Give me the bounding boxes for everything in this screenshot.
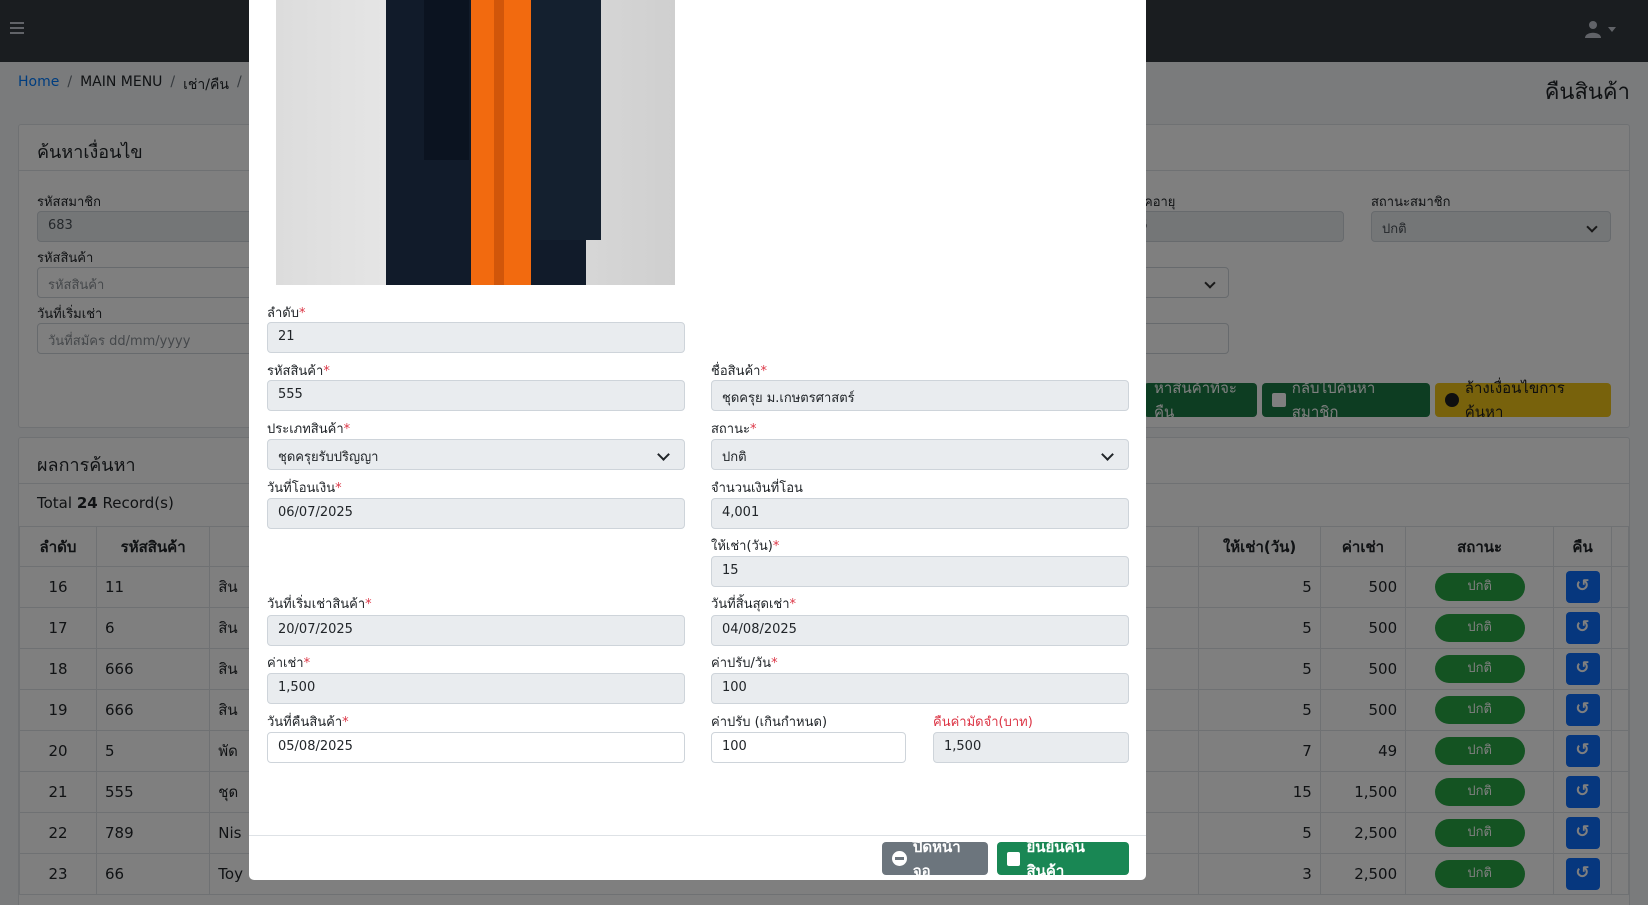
close-modal-button[interactable]: ปิดหน้าจอ (882, 838, 988, 880)
rent-end-label: วันที่สิ้นสุดเช่า* (711, 597, 797, 612)
fine-per-day-label: ค่าปรับ/วัน* (711, 656, 778, 671)
transfer-date-input[interactable]: 06/07/2025 (267, 498, 685, 529)
fine-per-day-input[interactable]: 100 (711, 673, 1129, 704)
name-input[interactable]: ชุดครุย ม.เกษตรศาสตร์ (711, 380, 1129, 411)
gown-sleeve-shape (424, 0, 469, 160)
transfer-date-label: วันที่โอนเงิน* (267, 481, 342, 496)
rent-days-label: ให้เช่า(วัน)* (711, 539, 780, 554)
code-label: รหัสสินค้า* (267, 364, 330, 379)
seq-label: ลำดับ* (267, 306, 306, 321)
minus-circle-icon (892, 851, 907, 866)
fee-label: ค่าเช่า* (267, 656, 311, 671)
deposit-return-label: คืนค่ามัดจำ(บาท) (933, 715, 1033, 730)
save-icon (1007, 851, 1021, 866)
overdue-fine-input[interactable]: 100 (711, 732, 906, 763)
confirm-return-label: ยืนยันคืนสินค้า (1026, 837, 1085, 880)
type-select[interactable]: ชุดครุยรับปริญญา (267, 439, 685, 470)
return-product-modal: ลำดับ* 21 รหัสสินค้า* 555 ชื่อสินค้า* ชุ… (249, 0, 1146, 880)
seq-input[interactable]: 21 (267, 322, 685, 353)
rent-start-input[interactable]: 20/07/2025 (267, 615, 685, 646)
rent-start-label: วันที่เริ่มเช่าสินค้า* (267, 597, 372, 612)
gown-right-shape (531, 0, 601, 240)
product-image (276, 0, 675, 285)
fee-input[interactable]: 1,500 (267, 673, 685, 704)
transfer-amount-input[interactable]: 4,001 (711, 498, 1129, 529)
chevron-down-icon (1101, 448, 1114, 461)
return-date-label: วันที่คืนสินค้า* (267, 715, 349, 730)
deposit-return-input[interactable]: 1,500 (933, 732, 1129, 763)
overdue-fine-label: ค่าปรับ (เกินกำหนด) (711, 715, 828, 730)
status-select[interactable]: ปกติ (711, 439, 1129, 470)
type-label: ประเภทสินค้า* (267, 422, 351, 437)
rent-days-input[interactable]: 15 (711, 556, 1129, 587)
transfer-amount-label: จำนวนเงินที่โอน (711, 481, 803, 496)
return-date-input[interactable]: 05/08/2025 (267, 732, 685, 763)
chevron-down-icon (657, 448, 670, 461)
name-label: ชื่อสินค้า* (711, 364, 767, 379)
confirm-return-button[interactable]: ยืนยันคืนสินค้า (997, 838, 1129, 880)
status-label: สถานะ* (711, 422, 757, 437)
status-select-value: ปกติ (722, 450, 747, 465)
code-input[interactable]: 555 (267, 380, 685, 411)
close-modal-label: ปิดหน้าจอ (912, 837, 961, 880)
rent-end-input[interactable]: 04/08/2025 (711, 615, 1129, 646)
type-select-value: ชุดครุยรับปริญญา (278, 450, 379, 465)
sash-fold-shape (494, 0, 504, 285)
modal-footer: ปิดหน้าจอ ยืนยันคืนสินค้า (249, 835, 1146, 880)
